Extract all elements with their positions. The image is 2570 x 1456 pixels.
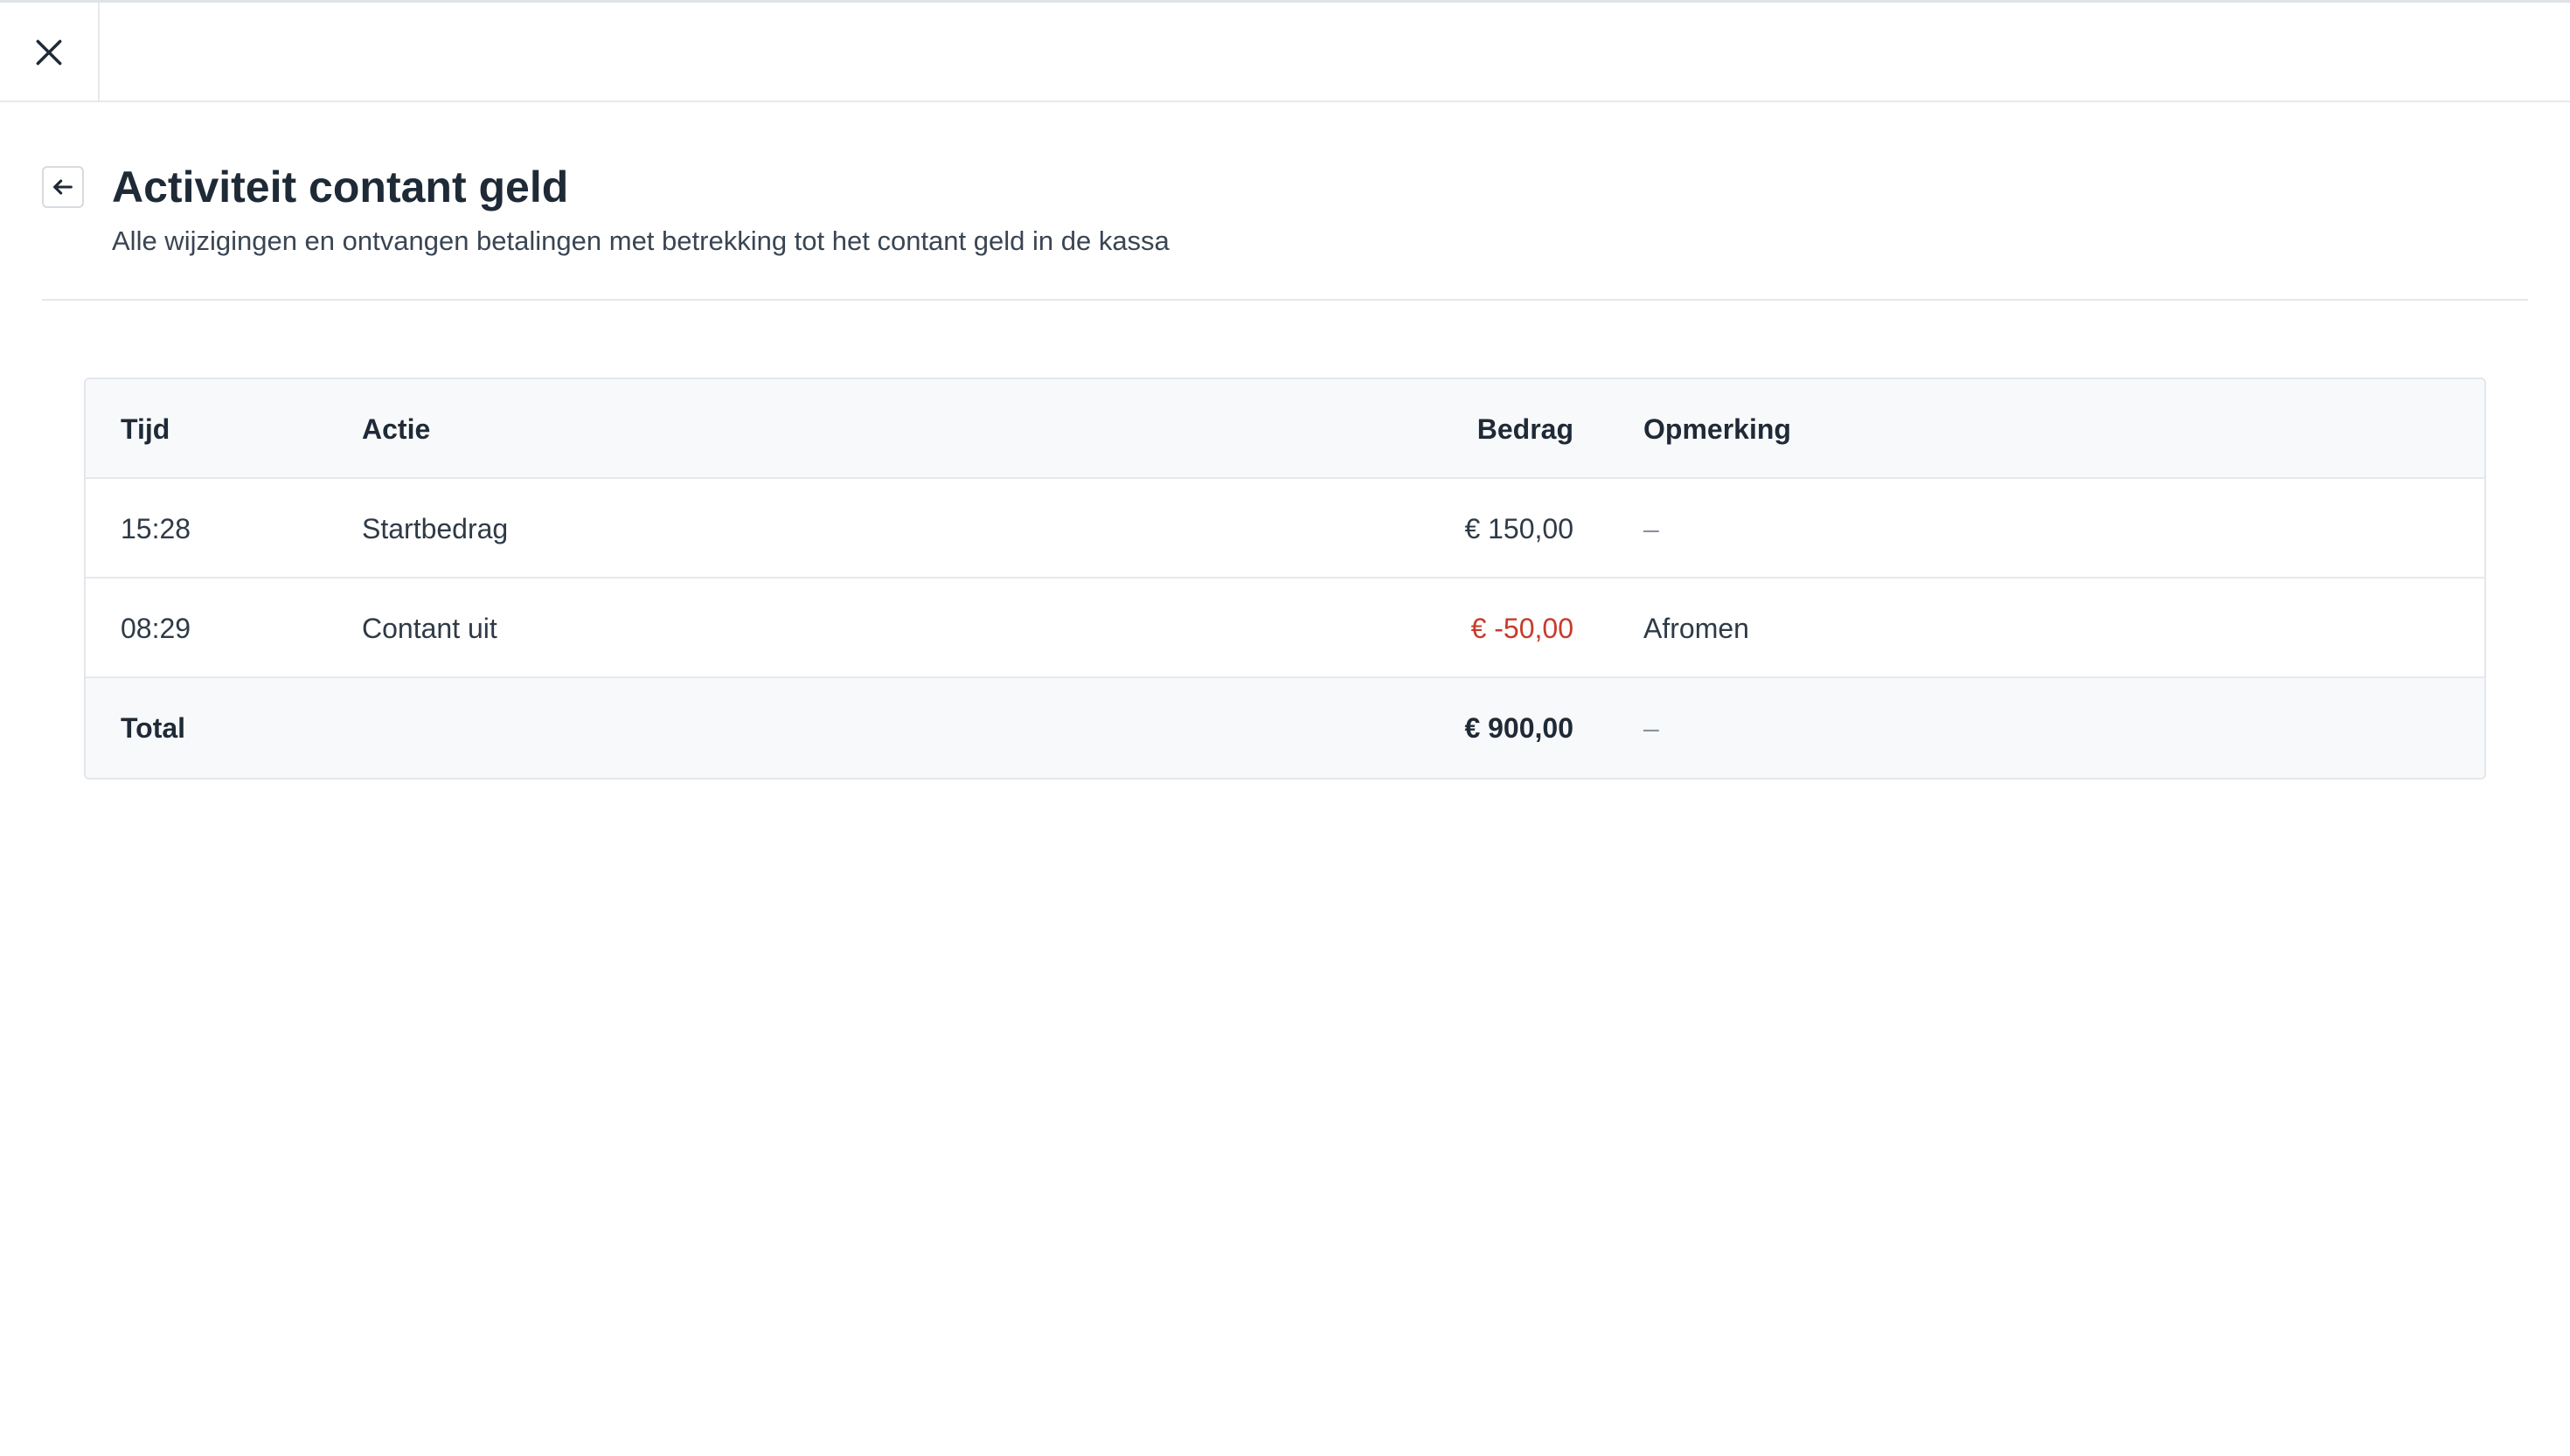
cash-activity-table: Tijd Actie Bedrag Opmerking 15:28 Startb… [84,378,2486,780]
total-note: – [1643,711,1659,744]
row-action: Startbedrag [362,512,509,544]
column-header-time: Tijd [121,413,170,445]
row-amount-negative: € -50,00 [1470,612,1573,644]
top-bar [0,3,2570,102]
table-header-row: Tijd Actie Bedrag Opmerking [86,379,2484,479]
page-subtitle: Alle wijzigingen en ontvangen betalingen… [112,225,1170,256]
row-amount: € 150,00 [1464,512,1573,544]
column-header-note: Opmerking [1643,413,1791,445]
total-label: Total [121,711,186,744]
back-button[interactable] [42,166,84,208]
row-note: Afromen [1643,612,1749,644]
table-row: 15:28 Startbedrag € 150,00 – [86,479,2484,579]
column-header-action: Actie [362,413,431,445]
close-button[interactable] [0,3,100,102]
row-time: 15:28 [121,512,191,544]
row-note: – [1643,512,1659,544]
column-header-amount: Bedrag [1476,413,1573,445]
total-amount: € 900,00 [1464,711,1573,744]
page-title: Activiteit contant geld [112,163,569,211]
row-time: 08:29 [121,612,191,644]
close-icon [36,39,62,66]
table-row: 08:29 Contant uit € -50,00 Afromen [86,579,2484,678]
header-divider [42,299,2528,301]
arrow-left-icon [53,179,73,195]
row-action: Contant uit [362,612,497,644]
table-total-row: Total € 900,00 – [86,678,2484,778]
